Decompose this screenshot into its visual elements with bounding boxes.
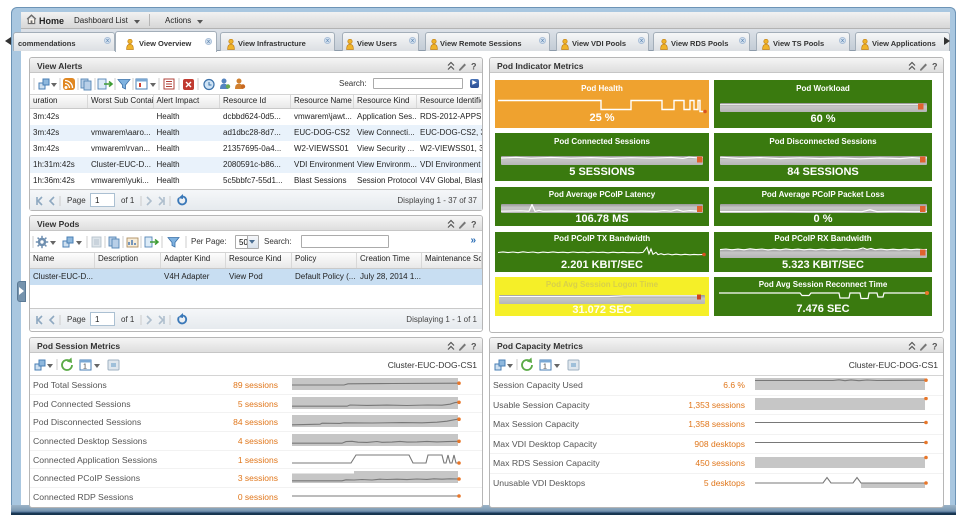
svg-text:1: 1 [83, 364, 87, 371]
svg-text:?: ? [471, 62, 477, 72]
svg-text:1: 1 [543, 364, 547, 371]
svg-text:?: ? [932, 62, 938, 72]
svg-text:?: ? [932, 342, 938, 352]
svg-text:?: ? [471, 220, 477, 230]
svg-text:?: ? [471, 342, 477, 352]
